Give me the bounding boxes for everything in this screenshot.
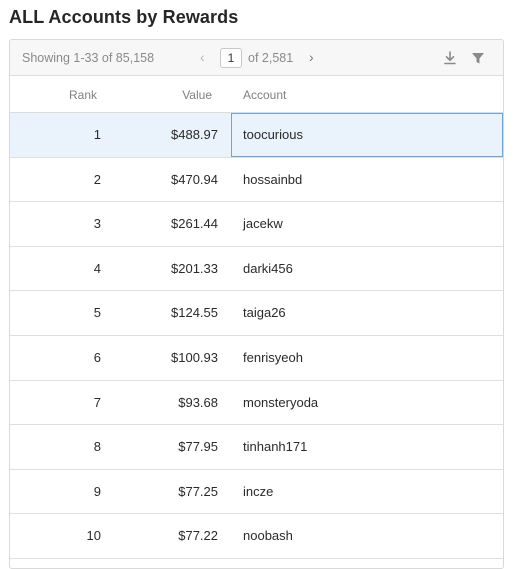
table-row[interactable]: 7 $93.68 monsteryoda [10,381,503,426]
rank-cell: 8 [93,439,101,455]
value-cell: $201.33 [171,260,218,276]
table-body: 1 $488.97 toocurious 2 $470.94 hossainbd 3 $261… [10,113,503,559]
account-cell: noobash [243,528,293,544]
rank-cell: 4 [93,260,101,276]
value-cell: $77.95 [178,439,218,455]
value-cell: $93.68 [178,394,218,410]
download-icon[interactable] [442,50,458,66]
account-cell: tinhanh171 [243,439,308,455]
rank-cell: 10 [86,528,101,544]
total-pages: of 2,581 [248,51,294,65]
column-header-account[interactable]: Account [243,88,286,102]
account-cell: jacekw [243,216,283,232]
page-title: ALL Accounts by Rewards [9,7,239,27]
account-cell: hossainbd [243,171,303,187]
rank-cell: 3 [93,216,101,232]
table-row[interactable]: 3 $261.44 jacekw [10,202,503,247]
account-cell: monsteryoda [243,394,319,410]
next-page-button[interactable]: › [309,49,314,65]
value-cell: $124.55 [171,305,218,321]
rank-cell: 7 [93,394,101,410]
table-row[interactable]: 2 $470.94 hossainbd [10,158,503,203]
account-cell: darki456 [243,260,293,276]
value-cell: $100.93 [171,349,218,365]
column-header-value[interactable]: Value [182,88,212,102]
table-row[interactable]: 9 $77.25 incze [10,470,503,515]
rank-cell: 5 [93,305,101,321]
table-header: Rank Value Account [10,76,503,113]
table-row[interactable]: 5 $124.55 taiga26 [10,291,503,336]
accounts-table-panel: Showing 1-33 of 85,158 ‹ of 2,581 › Rank… [9,39,504,569]
rank-cell: 1 [93,127,101,142]
account-cell: fenrisyeoh [243,349,303,365]
page-number-input[interactable] [220,48,242,68]
account-cell: toocurious [231,113,503,157]
table-row[interactable]: 8 $77.95 tinhanh171 [10,425,503,470]
filter-icon[interactable] [470,50,486,66]
value-cell: $261.44 [171,216,218,232]
account-cell: taiga26 [243,305,286,321]
value-cell: $77.25 [178,483,218,499]
showing-count: Showing 1-33 of 85,158 [22,51,155,65]
table-row[interactable]: 1 $488.97 toocurious [10,113,503,158]
table-row[interactable]: 6 $100.93 fenrisyeoh [10,336,503,381]
value-cell: $77.22 [178,528,218,544]
table-row[interactable]: 4 $201.33 darki456 [10,247,503,292]
previous-page-button[interactable]: ‹ [200,49,205,65]
rank-cell: 9 [93,483,101,499]
account-cell: incze [243,483,274,499]
table-toolbar: Showing 1-33 of 85,158 ‹ of 2,581 › [10,40,503,76]
value-cell: $488.97 [171,127,218,142]
column-header-rank[interactable]: Rank [69,88,97,102]
value-cell: $470.94 [171,171,218,187]
rank-cell: 6 [93,349,101,365]
table-row[interactable]: 10 $77.22 noobash [10,514,503,559]
rank-cell: 2 [93,171,101,187]
